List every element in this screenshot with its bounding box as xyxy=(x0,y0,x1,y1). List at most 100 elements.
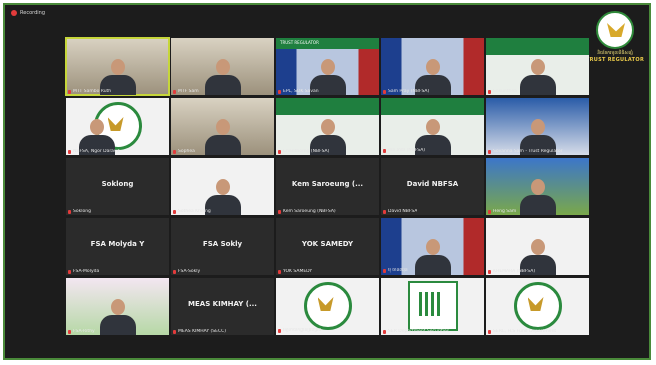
participant-name-label: អគ្គនាយកដ្ឋានគ្រប់គ្រង xyxy=(278,328,321,334)
participant-name-label: FSA-Rithy xyxy=(68,329,95,334)
participant-grid: MTT Sambo Ruth MTF Sam TRUST REGULATOR EPL,… xyxy=(65,37,589,338)
mic-muted-icon xyxy=(488,269,491,274)
participant-tile[interactable]: FSA Molyda Y FSA-Molyda xyxy=(66,218,169,275)
participant-tile[interactable]: SERC, H.S Fund Department xyxy=(486,278,589,335)
mic-muted-icon xyxy=(68,269,71,274)
participant-tile[interactable]: ចាន់ ឆាយ (NBFSA) xyxy=(381,98,484,155)
participant-tile[interactable]: មុំ ចាន់ឈុន xyxy=(381,218,484,275)
participant-name-label: Chanthorng (NBFSA) xyxy=(278,149,329,154)
participant-name-text: Sovanna Sam - Trust Regulator xyxy=(493,149,563,154)
mic-muted-icon xyxy=(278,149,281,154)
participant-name-label: មុំ ចាន់ឈុន xyxy=(383,268,408,274)
mic-muted-icon xyxy=(278,269,281,274)
participant-name-text: NBFSA, Ngor Daravit xyxy=(73,149,120,154)
mic-muted-icon xyxy=(68,329,71,334)
participant-tile[interactable]: Kem Saroeung (... Kem Saroeung (NBFSA) xyxy=(276,158,379,215)
logo-emblem xyxy=(596,11,634,49)
participant-tile[interactable]: Sokunthea xyxy=(486,38,589,95)
participant-name-text: Sophea xyxy=(178,149,195,154)
participant-tile[interactable]: Soklong Soklong xyxy=(66,158,169,215)
participant-video xyxy=(519,175,556,215)
participant-tile[interactable]: David NBFSA David NBFSA xyxy=(381,158,484,215)
organization-seal-icon xyxy=(513,282,562,330)
participant-name-text: MEAS KIMHAY (SECC) xyxy=(178,329,227,334)
participant-tile[interactable]: SER Department Securities xyxy=(381,278,484,335)
mic-muted-icon xyxy=(173,269,176,274)
participant-name-text: FSA-Sokly xyxy=(178,269,201,274)
participant-name-label: KHEMARA (NBFSA) xyxy=(488,269,535,274)
participant-name-text: Soklong xyxy=(73,209,91,214)
participant-tile[interactable]: FSA-Rithy xyxy=(66,278,169,335)
participant-tile[interactable]: Heng Sam xyxy=(486,158,589,215)
participant-name-label: NBFSA, Ngor Daravit xyxy=(68,149,120,154)
participant-name-label: MTF Sam xyxy=(173,89,199,94)
participant-name-label: David NBFSA xyxy=(383,209,417,214)
participant-video xyxy=(204,55,241,95)
mic-muted-icon xyxy=(488,89,491,94)
participant-name-label: Sam Pray (NBFSA) xyxy=(383,89,429,94)
participant-tile[interactable]: Sothea Khieng xyxy=(171,158,274,215)
participant-tile[interactable]: Sovanna Sam - Trust Regulator xyxy=(486,98,589,155)
mic-muted-icon xyxy=(173,149,176,154)
mic-muted-icon xyxy=(383,89,386,94)
participant-name-text: Heng Sam xyxy=(493,209,517,214)
participant-display-name: Soklong xyxy=(101,180,134,188)
mic-muted-icon xyxy=(278,329,281,333)
recording-indicator: Recording xyxy=(11,10,45,16)
participant-name-text: SERC, H.S Fund Department xyxy=(493,329,557,334)
meeting-window: Recording និយ័តករមូលនិធិសន្សំ TRUST REGU… xyxy=(3,3,651,360)
participant-name-label: Sophea xyxy=(173,149,195,154)
participant-tile[interactable]: MEAS KIMHAY (... MEAS KIMHAY (SECC) xyxy=(171,278,274,335)
mic-muted-icon xyxy=(383,329,386,334)
participant-tile[interactable]: TRUST REGULATOR EPL, SOK Savan xyxy=(276,38,379,95)
participant-name-text: SER Department Securities xyxy=(388,329,450,334)
trust-regulator-logo: និយ័តករមូលនិធិសន្សំ TRUST REGULATOR xyxy=(585,11,645,69)
mic-muted-icon xyxy=(383,149,386,153)
participant-tile[interactable]: NBFSA, Ngor Daravit xyxy=(66,98,169,155)
participant-name-text: Kem Saroeung (NBFSA) xyxy=(283,209,336,214)
mic-muted-icon xyxy=(488,149,491,154)
participant-tile[interactable]: YOK SAMEDY YOK SAMEDY xyxy=(276,218,379,275)
participant-name-text: Sam Pray (NBFSA) xyxy=(388,89,430,94)
mic-muted-icon xyxy=(488,329,491,334)
mic-muted-icon xyxy=(488,209,491,214)
participant-name-label: YOK SAMEDY xyxy=(278,269,312,274)
participant-name-label: Sokunthea xyxy=(488,89,517,94)
participant-video xyxy=(414,235,451,275)
mic-muted-icon xyxy=(383,269,386,273)
participant-name-label: SERC, H.S Fund Department xyxy=(488,329,556,334)
participant-tile[interactable]: MTF Sam xyxy=(171,38,274,95)
participant-name-text: Sokunthea xyxy=(493,89,517,94)
participant-name-label: MEAS KIMHAY (SECC) xyxy=(173,329,226,334)
participant-name-label: Heng Sam xyxy=(488,209,516,214)
participant-name-label: FSA-Molyda xyxy=(68,269,99,274)
participant-tile[interactable]: Sophea xyxy=(171,98,274,155)
participant-name-text: ចាន់ ឆាយ (NBFSA) xyxy=(388,148,426,153)
tile-banner: TRUST REGULATOR xyxy=(276,38,379,49)
participant-tile[interactable]: Chanthorng (NBFSA) xyxy=(276,98,379,155)
participant-video xyxy=(99,295,136,335)
participant-video xyxy=(519,55,556,95)
participant-name-label: EPL, SOK Savan xyxy=(278,89,319,94)
participant-name-label: FSA-Sokly xyxy=(173,269,200,274)
recording-label: Recording xyxy=(20,10,46,16)
participant-display-name: MEAS KIMHAY (... xyxy=(188,300,257,308)
participant-display-name: FSA Sokly xyxy=(202,240,243,248)
participant-name-text: FSA-Molyda xyxy=(73,269,100,274)
participant-name-label: Soklong xyxy=(68,209,91,214)
participant-tile[interactable]: អគ្គនាយកដ្ឋានគ្រប់គ្រង xyxy=(276,278,379,335)
participant-display-name: FSA Molyda Y xyxy=(90,240,145,248)
participant-name-text: KHEMARA (NBFSA) xyxy=(493,269,536,274)
mic-muted-icon xyxy=(173,209,176,214)
tile-banner-text: TRUST REGULATOR xyxy=(280,40,319,45)
logo-english-text: TRUST REGULATOR xyxy=(585,57,645,63)
mic-muted-icon xyxy=(278,209,281,214)
participant-tile[interactable]: KHEMARA (NBFSA) xyxy=(486,218,589,275)
record-icon xyxy=(11,10,17,16)
participant-tile[interactable]: FSA Sokly FSA-Sokly xyxy=(171,218,274,275)
participant-name-label: MTT Sambo Ruth xyxy=(68,89,111,94)
participant-name-text: EPL, SOK Savan xyxy=(283,89,319,94)
participant-tile[interactable]: Sam Pray (NBFSA) xyxy=(381,38,484,95)
participant-tile[interactable]: MTT Sambo Ruth xyxy=(65,37,170,96)
participant-name-label: Kem Saroeung (NBFSA) xyxy=(278,209,336,214)
